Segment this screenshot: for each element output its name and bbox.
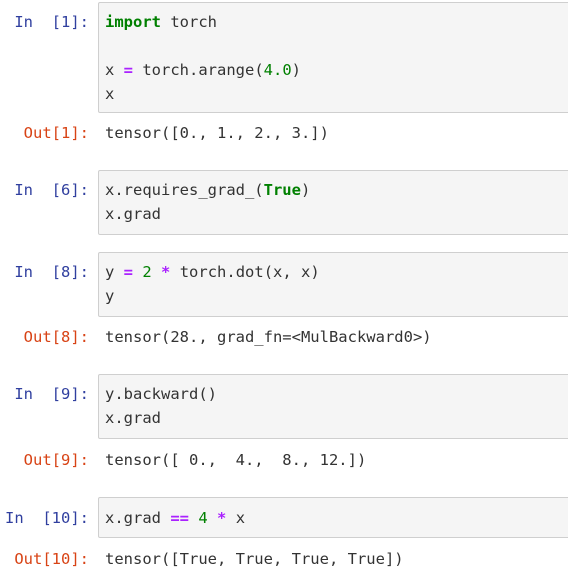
code-line: y = 2 * torch.dot(x, x) <box>105 260 320 284</box>
code-token: x.grad <box>105 409 161 427</box>
in-prompt-9: In [9]: <box>14 385 89 403</box>
code-token: x <box>105 61 124 79</box>
code-token: * <box>161 263 171 281</box>
code-token: == <box>170 509 189 527</box>
code-line: x.grad == 4 * x <box>105 506 245 530</box>
code-token: y <box>105 287 115 305</box>
code-line: x.grad <box>105 406 217 430</box>
code-cell-8-source[interactable]: y = 2 * torch.dot(x, x) y <box>105 260 320 308</box>
in-prompt-1: In [1]: <box>14 13 89 31</box>
code-line: y.backward() <box>105 382 217 406</box>
code-token: 4.0 <box>263 61 292 79</box>
code-token: 4 <box>198 509 208 527</box>
code-token: x <box>105 85 115 103</box>
out-prompt-8: Out[8]: <box>23 328 89 346</box>
code-token: x.grad <box>105 205 161 223</box>
out-prompt-9: Out[9]: <box>23 451 89 469</box>
code-line: y <box>105 284 320 308</box>
code-token: y.backward() <box>105 385 217 403</box>
code-token: import <box>105 13 161 31</box>
output-8: tensor(28., grad_fn=<MulBackward0>) <box>105 328 432 346</box>
code-line: x.requires_grad_(True) <box>105 178 310 202</box>
code-token: ) <box>291 61 302 79</box>
code-token: * <box>217 509 227 527</box>
code-token: x.grad <box>105 509 171 527</box>
code-token: y <box>105 263 124 281</box>
code-cell-9-source[interactable]: y.backward() x.grad <box>105 382 217 430</box>
out-prompt-1: Out[1]: <box>23 124 89 142</box>
code-cell-1-source[interactable]: import torch x = torch.arange(4.0) x <box>105 10 301 106</box>
in-prompt-6: In [6]: <box>14 181 89 199</box>
code-line: import torch <box>105 10 301 34</box>
in-prompt-8: In [8]: <box>14 263 89 281</box>
output-10: tensor([True, True, True, True]) <box>105 550 404 568</box>
code-token: = <box>123 263 134 281</box>
code-token: 2 <box>142 263 152 281</box>
out-prompt-10: Out[10]: <box>14 550 89 568</box>
code-line: x.grad <box>105 202 310 226</box>
code-token: torch.dot(x, x) <box>170 263 320 281</box>
code-token: ) <box>300 181 311 199</box>
code-token: = <box>123 61 134 79</box>
code-cell-10-source[interactable]: x.grad == 4 * x <box>105 506 245 530</box>
code-cell-6-source[interactable]: x.requires_grad_(True) x.grad <box>105 178 310 226</box>
code-token: x.requires_grad_( <box>105 181 264 199</box>
code-line: x = torch.arange(4.0) <box>105 58 301 82</box>
code-line: x <box>105 82 301 106</box>
code-token: torch.arange( <box>133 61 264 79</box>
code-token: True <box>263 181 301 199</box>
code-token: x <box>226 509 246 527</box>
in-prompt-10: In [10]: <box>5 509 89 527</box>
output-1: tensor([0., 1., 2., 3.]) <box>105 124 329 142</box>
code-token: torch <box>161 13 217 31</box>
output-9: tensor([ 0., 4., 8., 12.]) <box>105 451 367 469</box>
